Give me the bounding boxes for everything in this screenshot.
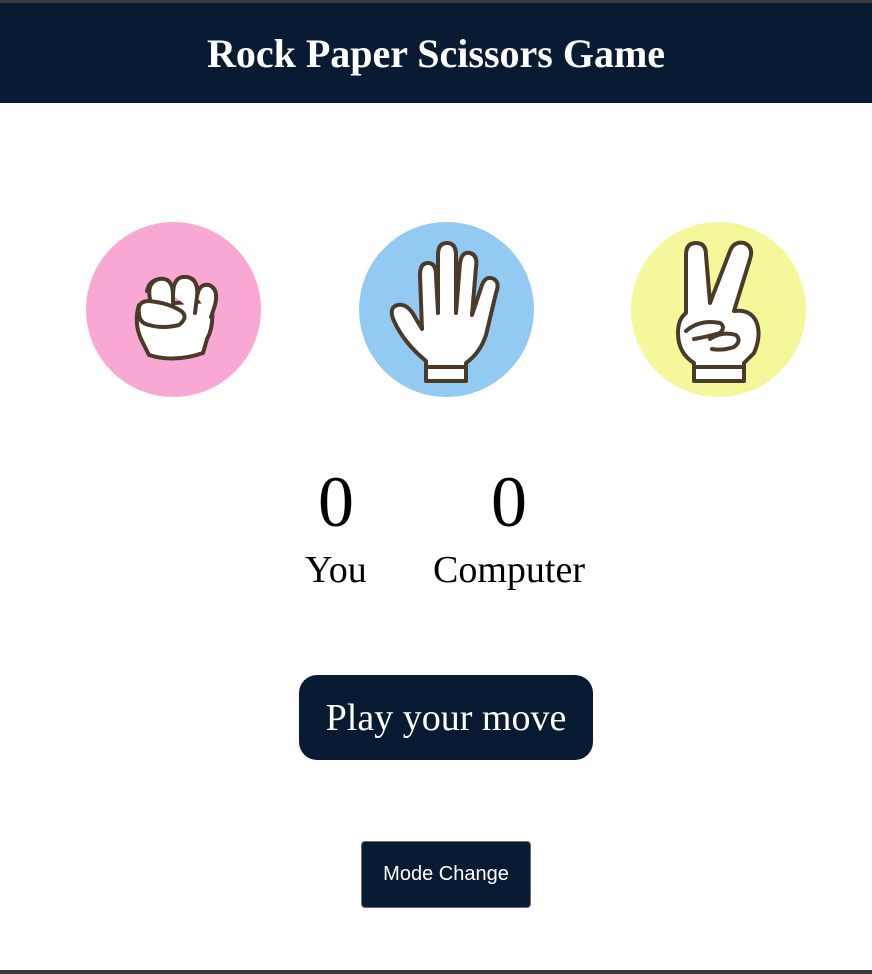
app-header: Rock Paper Scissors Game [0,3,872,103]
open-hand-icon [389,240,500,383]
computer-score-box: 0 Computer [399,462,619,592]
computer-score-label: Computer [433,549,585,591]
status-message: Play your move [299,675,593,760]
window-bottom-edge [0,970,872,974]
rock-choice[interactable] [86,222,261,397]
paper-choice[interactable] [359,222,534,397]
mode-change-button[interactable]: Mode Change [361,841,531,908]
page-title: Rock Paper Scissors Game [206,30,666,76]
scissors-choice[interactable] [631,222,806,397]
computer-score-value: 0 [491,462,527,542]
victory-hand-icon [675,240,761,383]
fist-hand-icon [134,274,218,360]
